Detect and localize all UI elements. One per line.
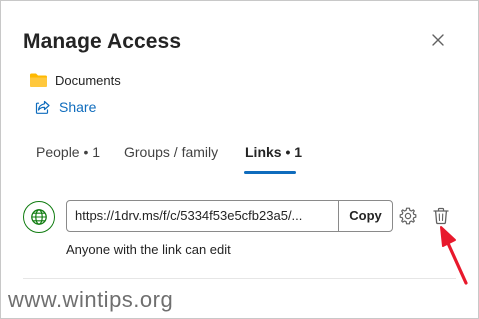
divider [23,278,456,279]
manage-access-dialog: Manage Access Documents Share People • 1… [0,0,479,319]
item-name: Documents [55,72,121,88]
link-permission-text: Anyone with the link can edit [66,242,231,257]
watermark: www.wintips.org [8,287,174,312]
dialog-title: Manage Access [23,30,182,53]
close-icon[interactable] [429,31,447,49]
link-field: https://1drv.ms/f/c/5334f53e5cfb23a5/...… [66,200,393,232]
active-tab-indicator [244,171,296,174]
link-url[interactable]: https://1drv.ms/f/c/5334f53e5cfb23a5/... [67,201,338,231]
trash-icon[interactable] [431,206,451,226]
tab-groups-family[interactable]: Groups / family [124,144,218,160]
tab-people[interactable]: People • 1 [36,144,100,160]
shared-item: Documents [29,71,121,89]
globe-icon [23,201,55,233]
share-label: Share [59,99,97,115]
copy-button[interactable]: Copy [338,201,392,231]
folder-icon [30,73,47,87]
gear-icon[interactable] [398,206,418,226]
share-icon [35,100,50,114]
share-button[interactable]: Share [35,97,96,117]
tab-links[interactable]: Links • 1 [245,144,302,160]
